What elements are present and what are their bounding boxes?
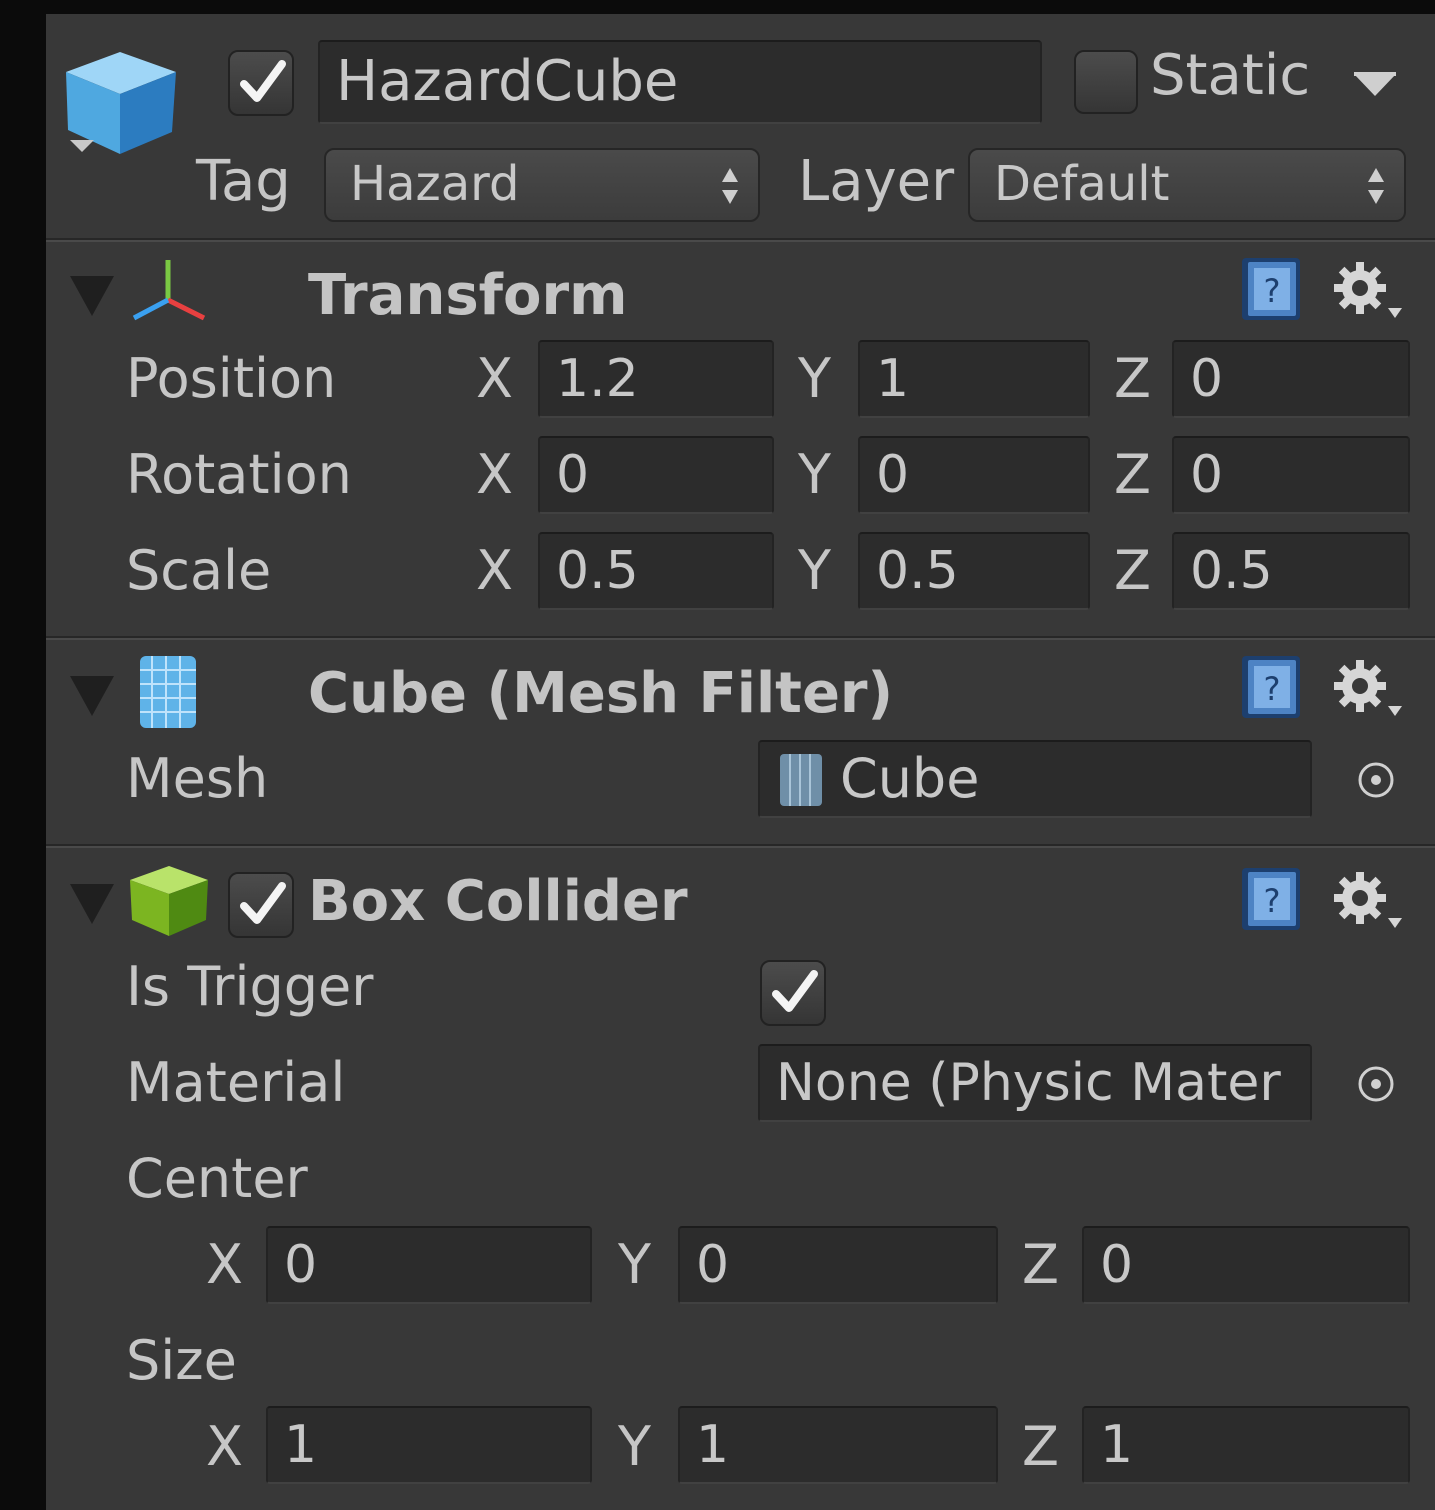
material-object-field[interactable]: None (Physic Mater: [758, 1044, 1312, 1122]
updown-arrows-icon: [722, 168, 738, 204]
axis-y-label: Y: [798, 443, 831, 506]
mesh-filter-fold-arrow-icon[interactable]: [70, 676, 114, 716]
box-collider-icon: [128, 862, 210, 938]
axis-z-label: Z: [1022, 1415, 1059, 1478]
divider: [46, 638, 1435, 640]
axis-x-label: X: [206, 1233, 243, 1296]
position-y-field[interactable]: 1: [858, 340, 1090, 418]
rotation-z-field[interactable]: 0: [1172, 436, 1410, 514]
gear-icon[interactable]: [1330, 656, 1406, 722]
gear-icon[interactable]: [1330, 258, 1406, 324]
static-checkbox[interactable]: [1074, 50, 1138, 114]
help-book-icon[interactable]: ?: [1238, 866, 1302, 932]
mesh-filter-title: Cube (Mesh Filter): [308, 661, 894, 726]
checkmark-icon: [772, 970, 818, 1012]
transform-axes-icon: [132, 258, 206, 322]
axis-y-label: Y: [798, 539, 831, 602]
size-y-field[interactable]: 1: [678, 1406, 998, 1484]
static-label: Static: [1150, 43, 1311, 108]
mesh-filter-icon: [136, 654, 200, 730]
layer-value: Default: [994, 156, 1170, 212]
tag-label: Tag: [196, 149, 291, 214]
position-label: Position: [126, 347, 337, 410]
inspector-panel: HazardCube Static Tag Hazard Layer Defau…: [46, 14, 1435, 1510]
axis-y-label: Y: [618, 1233, 651, 1296]
axis-x-label: X: [476, 347, 513, 410]
axis-x-label: X: [206, 1415, 243, 1478]
layer-dropdown[interactable]: Default: [968, 148, 1406, 222]
center-y-field[interactable]: 0: [678, 1226, 998, 1304]
object-picker-icon[interactable]: [1356, 1064, 1396, 1104]
object-picker-icon[interactable]: [1356, 760, 1396, 800]
size-z-field[interactable]: 1: [1082, 1406, 1410, 1484]
axis-y-label: Y: [798, 347, 831, 410]
material-label: Material: [126, 1051, 346, 1114]
box-collider-enabled-checkbox[interactable]: [228, 872, 294, 938]
axis-z-label: Z: [1114, 539, 1151, 602]
rotation-label: Rotation: [126, 443, 352, 506]
updown-arrows-icon: [1368, 168, 1384, 204]
scale-x-field[interactable]: 0.5: [538, 532, 774, 610]
gameobject-name-input[interactable]: HazardCube: [318, 40, 1042, 124]
tag-dropdown[interactable]: Hazard: [324, 148, 760, 222]
mesh-value: Cube: [840, 747, 980, 810]
gameobject-cube-icon: [60, 44, 180, 174]
center-z-field[interactable]: 0: [1082, 1226, 1410, 1304]
layer-label: Layer: [798, 149, 955, 214]
rotation-x-field[interactable]: 0: [538, 436, 774, 514]
position-z-field[interactable]: 0: [1172, 340, 1410, 418]
transform-fold-arrow-icon[interactable]: [70, 276, 114, 316]
checkmark-icon: [240, 882, 286, 924]
scale-y-field[interactable]: 0.5: [858, 532, 1090, 610]
axis-z-label: Z: [1114, 347, 1151, 410]
axis-z-label: Z: [1022, 1233, 1059, 1296]
center-label: Center: [126, 1147, 308, 1210]
active-toggle-checkbox[interactable]: [228, 50, 294, 116]
axis-x-label: X: [476, 539, 513, 602]
transform-title: Transform: [308, 263, 628, 328]
axis-x-label: X: [476, 443, 513, 506]
svg-text:?: ?: [1264, 272, 1281, 310]
position-x-field[interactable]: 1.2: [538, 340, 774, 418]
size-label: Size: [126, 1329, 237, 1392]
size-x-field[interactable]: 1: [266, 1406, 592, 1484]
divider: [46, 240, 1435, 242]
help-book-icon[interactable]: ?: [1238, 654, 1302, 720]
center-x-field[interactable]: 0: [266, 1226, 592, 1304]
help-book-icon[interactable]: ?: [1238, 256, 1302, 322]
scale-z-field[interactable]: 0.5: [1172, 532, 1410, 610]
box-collider-title: Box Collider: [308, 869, 688, 934]
is-trigger-label: Is Trigger: [126, 955, 374, 1018]
divider: [46, 846, 1435, 848]
gear-icon[interactable]: [1330, 868, 1406, 934]
scale-label: Scale: [126, 539, 272, 602]
rotation-y-field[interactable]: 0: [858, 436, 1090, 514]
mesh-object-field[interactable]: Cube: [758, 740, 1312, 818]
box-collider-fold-arrow-icon[interactable]: [70, 884, 114, 924]
svg-text:?: ?: [1264, 882, 1281, 920]
svg-text:?: ?: [1264, 670, 1281, 708]
axis-z-label: Z: [1114, 443, 1151, 506]
static-dropdown-arrow-icon[interactable]: [1352, 70, 1398, 100]
tag-value: Hazard: [350, 156, 520, 212]
mesh-icon: [780, 754, 822, 806]
mesh-label: Mesh: [126, 747, 269, 810]
axis-y-label: Y: [618, 1415, 651, 1478]
is-trigger-checkbox[interactable]: [760, 960, 826, 1026]
checkmark-icon: [240, 60, 286, 102]
